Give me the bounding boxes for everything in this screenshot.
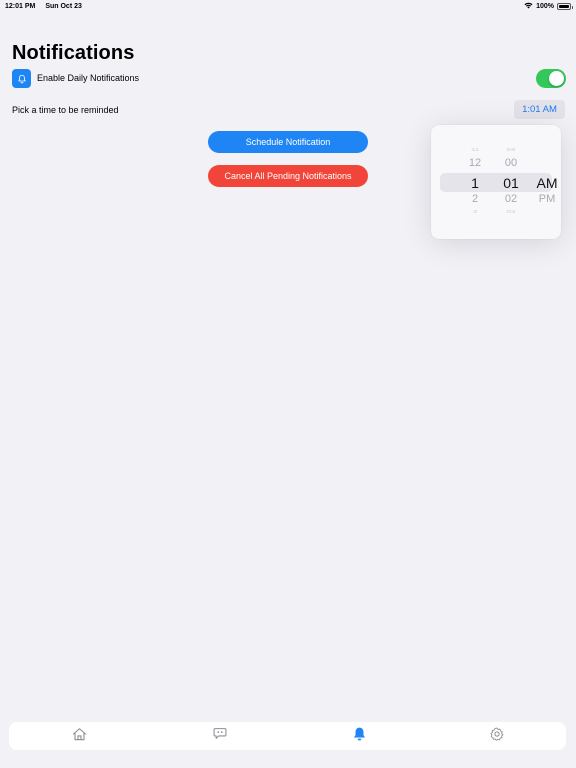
battery-percent: 100% [536, 3, 554, 10]
time-picker-button[interactable]: 1:01 AM [514, 100, 565, 119]
minute-wheel[interactable]: 59 00 01 02 03 [475, 125, 519, 239]
bell-icon [352, 726, 367, 747]
time-picker-popover: 11 12 1 2 3 59 00 01 02 03 AM PM [431, 125, 561, 239]
home-tab[interactable] [71, 727, 87, 746]
schedule-notification-button[interactable]: Schedule Notification [208, 131, 368, 153]
status-time: 12:01 PM [5, 3, 36, 10]
status-left: 12:01 PM Sun Oct 23 [5, 3, 90, 10]
status-date: Sun Oct 23 [45, 3, 82, 10]
bell-icon [12, 69, 31, 88]
settings-tab[interactable] [489, 727, 505, 746]
battery-icon [557, 3, 573, 10]
status-right: 100% [524, 2, 573, 11]
home-icon [72, 727, 87, 746]
pick-time-label: Pick a time to be reminded [12, 105, 119, 115]
enable-notifications-toggle[interactable] [536, 69, 566, 88]
chat-icon [213, 727, 227, 745]
enable-notifications-label: Enable Daily Notifications [37, 73, 140, 83]
tab-bar [9, 722, 566, 750]
picker-item-selected[interactable]: AM [529, 175, 561, 191]
cancel-all-notifications-button[interactable]: Cancel All Pending Notifications [208, 165, 368, 187]
hour-wheel[interactable]: 11 12 1 2 3 [439, 125, 481, 239]
enable-notifications-row: Enable Daily Notifications [12, 69, 566, 89]
chat-tab[interactable] [212, 728, 228, 744]
toggle-knob [549, 71, 564, 86]
picker-item[interactable]: PM [529, 193, 561, 205]
status-bar: 12:01 PM Sun Oct 23 100% [0, 0, 576, 14]
period-wheel[interactable]: AM PM [511, 125, 558, 239]
notifications-tab[interactable] [351, 726, 367, 747]
gear-icon [490, 727, 504, 746]
wifi-icon [524, 2, 533, 11]
page-title: Notifications [12, 42, 135, 64]
